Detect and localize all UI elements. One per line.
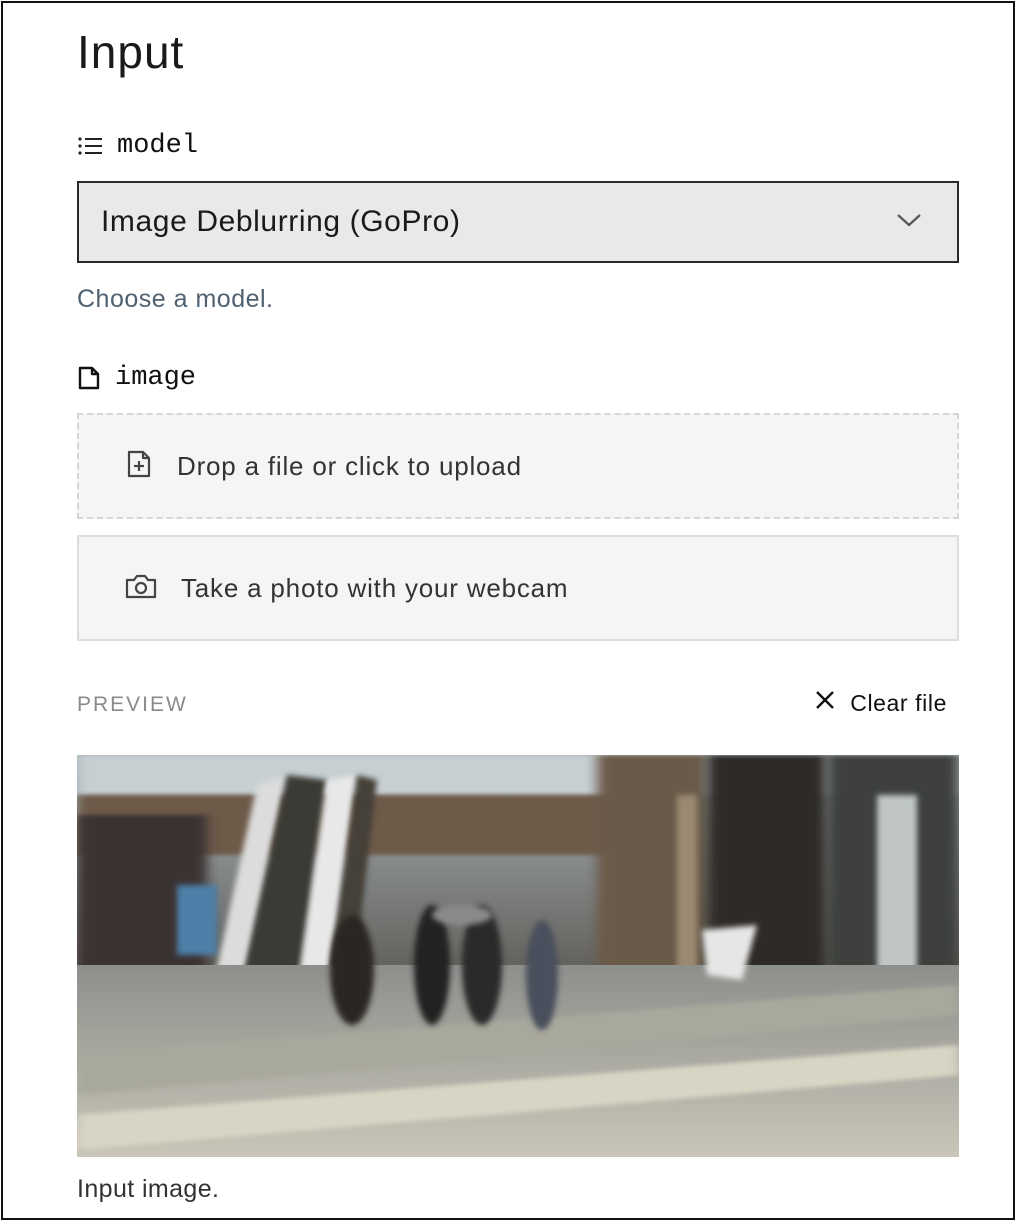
clear-file-label: Clear file (850, 689, 947, 716)
preview-label: PREVIEW (77, 693, 188, 716)
panel-heading: Input (77, 26, 185, 78)
input-panel: Input model Image Deblurring (GoPro) Cho… (1, 1, 1015, 1220)
preview-image (77, 755, 959, 1157)
camera-icon (123, 572, 159, 605)
file-icon (77, 365, 101, 391)
model-field-label: model (77, 131, 198, 161)
file-upload-dropzone[interactable]: Drop a file or click to upload (77, 413, 959, 519)
chevron-down-icon (895, 212, 923, 233)
webcam-capture-button[interactable]: Take a photo with your webcam (77, 535, 959, 641)
image-field-label: image (77, 363, 196, 393)
upload-text: Drop a file or click to upload (177, 450, 522, 481)
model-help-text: Choose a model. (77, 285, 274, 313)
file-add-icon (123, 448, 155, 485)
clear-file-button[interactable]: Clear file (814, 689, 947, 717)
list-icon (77, 135, 103, 157)
webcam-text: Take a photo with your webcam (181, 572, 569, 603)
close-icon (814, 689, 836, 717)
model-select-value: Image Deblurring (GoPro) (101, 205, 461, 238)
image-caption: Input image. (77, 1175, 220, 1203)
image-label-text: image (115, 363, 197, 393)
model-select[interactable]: Image Deblurring (GoPro) (77, 181, 959, 263)
model-label-text: model (117, 131, 199, 161)
